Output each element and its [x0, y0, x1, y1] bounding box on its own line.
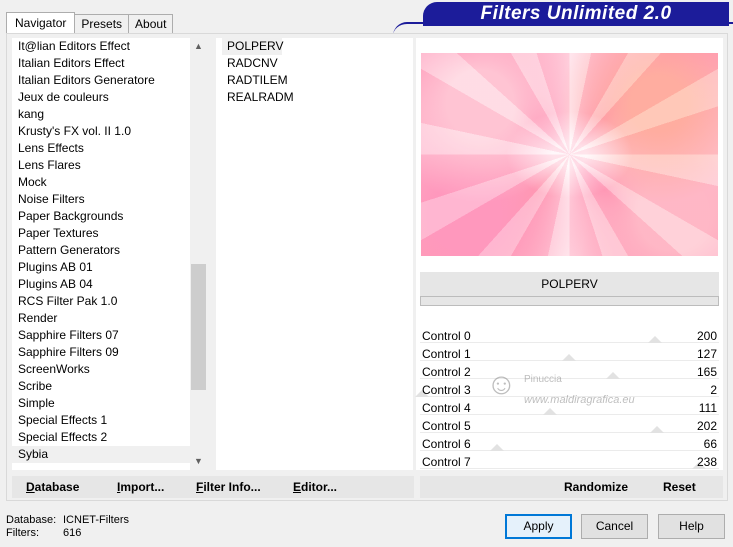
control-label: Control 2	[422, 365, 471, 379]
control-value: 165	[696, 365, 717, 379]
filters-label: Filters:	[6, 527, 39, 539]
database-label: Database:	[6, 514, 57, 526]
control-label: Control 1	[422, 347, 471, 361]
category-item[interactable]: Lens Flares	[12, 157, 190, 174]
progress-bar	[420, 296, 719, 306]
control-slider[interactable]: Control 4 111	[420, 399, 719, 417]
tab-presets[interactable]: Presets	[74, 14, 130, 33]
control-label: Control 3	[422, 383, 471, 397]
tab-about[interactable]: About	[128, 14, 174, 33]
category-item[interactable]: Render	[12, 310, 190, 327]
effect-preview-image	[421, 53, 718, 256]
control-slider[interactable]: Control 3 2	[415, 381, 719, 399]
category-item[interactable]: Jeux de couleurs	[12, 89, 190, 106]
control-value: 127	[696, 347, 717, 361]
category-item[interactable]: Special Effects 1	[12, 412, 190, 429]
control-slider[interactable]: Control 2 165	[420, 363, 719, 381]
control-label: Control 0	[422, 329, 471, 343]
right-toolbar: Randomize Reset	[420, 476, 723, 498]
control-label: Control 6	[422, 437, 471, 451]
control-slider[interactable]: Control 7 238	[420, 453, 719, 471]
category-item[interactable]: RCS Filter Pak 1.0	[12, 293, 190, 310]
category-item[interactable]: Simple	[12, 395, 190, 412]
tab-navigator[interactable]: Navigator	[6, 12, 76, 33]
category-item[interactable]: Sybia	[12, 446, 190, 463]
control-slider[interactable]: Control 0 200	[420, 327, 719, 345]
slider-thumb[interactable]	[561, 354, 576, 361]
control-value: 111	[698, 401, 717, 415]
left-toolbar: Database Import... Filter Info... Editor…	[12, 476, 414, 498]
controls-list: Control 0 200 Control 1 127 Control 2 165 Cont…	[415, 327, 719, 471]
control-value: 66	[703, 437, 717, 451]
filter-item[interactable]: POLPERV	[222, 38, 283, 55]
category-item[interactable]: Italian Editors Effect	[12, 55, 190, 72]
control-value: 202	[696, 419, 717, 433]
tab-strip: Navigator Presets About	[6, 12, 174, 33]
category-item[interactable]: Pattern Generators	[12, 242, 190, 259]
slider-thumb[interactable]	[649, 426, 664, 433]
category-item[interactable]: Krusty's FX vol. II 1.0	[12, 123, 190, 140]
scroll-thumb[interactable]	[191, 264, 206, 390]
status-info: Database: ICNET-Filters Filters: 616	[6, 514, 129, 540]
app-title-banner: Filters Unlimited 2.0	[393, 2, 733, 26]
database-button[interactable]: Database	[26, 476, 79, 498]
slider-thumb[interactable]	[606, 372, 621, 379]
scroll-down-arrow-icon[interactable]: ▼	[190, 453, 207, 470]
slider-thumb[interactable]	[490, 444, 505, 451]
control-label: Control 4	[422, 401, 471, 415]
category-item[interactable]: Sapphire Filters 07	[12, 327, 190, 344]
scroll-up-arrow-icon[interactable]: ▲	[190, 38, 207, 55]
category-item[interactable]: Mock	[12, 174, 190, 191]
editor-button[interactable]: Editor...	[293, 476, 337, 498]
category-item[interactable]: Plugins AB 04	[12, 276, 190, 293]
control-value: 2	[710, 383, 717, 397]
cancel-button[interactable]: Cancel	[581, 514, 648, 539]
category-item[interactable]: Paper Backgrounds	[12, 208, 190, 225]
filter-list[interactable]: POLPERV RADCNV RADTILEM REALRADM	[216, 38, 413, 470]
category-list[interactable]: It@lian Editors Effect Italian Editors Ef…	[12, 38, 207, 470]
control-slider[interactable]: Control 1 127	[420, 345, 719, 363]
control-label: Control 7	[422, 455, 471, 469]
slider-thumb[interactable]	[647, 336, 662, 343]
import-button[interactable]: Import...	[117, 476, 164, 498]
filter-item[interactable]: REALRADM	[222, 89, 294, 106]
preview-pattern	[421, 53, 718, 256]
category-item[interactable]: Paper Textures	[12, 225, 190, 242]
category-item[interactable]: Lens Effects	[12, 140, 190, 157]
randomize-button[interactable]: Randomize	[564, 476, 628, 498]
category-item[interactable]: Special Effects 2	[12, 429, 190, 446]
control-label: Control 5	[422, 419, 471, 433]
control-slider[interactable]: Control 6 66	[420, 435, 719, 453]
category-item[interactable]: kang	[12, 106, 190, 123]
category-scrollbar[interactable]: ▲ ▼	[190, 38, 207, 470]
filter-info-button[interactable]: Filter Info...	[196, 476, 261, 498]
help-button[interactable]: Help	[658, 514, 725, 539]
filter-item[interactable]: RADCNV	[222, 55, 282, 72]
reset-button[interactable]: Reset	[663, 476, 696, 498]
apply-button[interactable]: Apply	[505, 514, 572, 539]
category-item[interactable]: Sapphire Filters 09	[12, 344, 190, 361]
slider-thumb[interactable]	[543, 408, 558, 415]
category-item[interactable]: ScreenWorks	[12, 361, 190, 378]
category-item[interactable]: Noise Filters	[12, 191, 190, 208]
category-item[interactable]: Italian Editors Generatore	[12, 72, 190, 89]
category-item[interactable]: It@lian Editors Effect	[12, 38, 190, 55]
control-value: 200	[696, 329, 717, 343]
filters-count: 616	[63, 527, 82, 539]
control-value: 238	[696, 455, 717, 469]
control-slider[interactable]: Control 5 202	[420, 417, 719, 435]
database-value: ICNET-Filters	[63, 514, 129, 526]
category-item[interactable]: Scribe	[12, 378, 190, 395]
effect-name-label: POLPERV	[420, 272, 719, 296]
filter-item[interactable]: RADTILEM	[222, 72, 288, 89]
category-item[interactable]: Plugins AB 01	[12, 259, 190, 276]
